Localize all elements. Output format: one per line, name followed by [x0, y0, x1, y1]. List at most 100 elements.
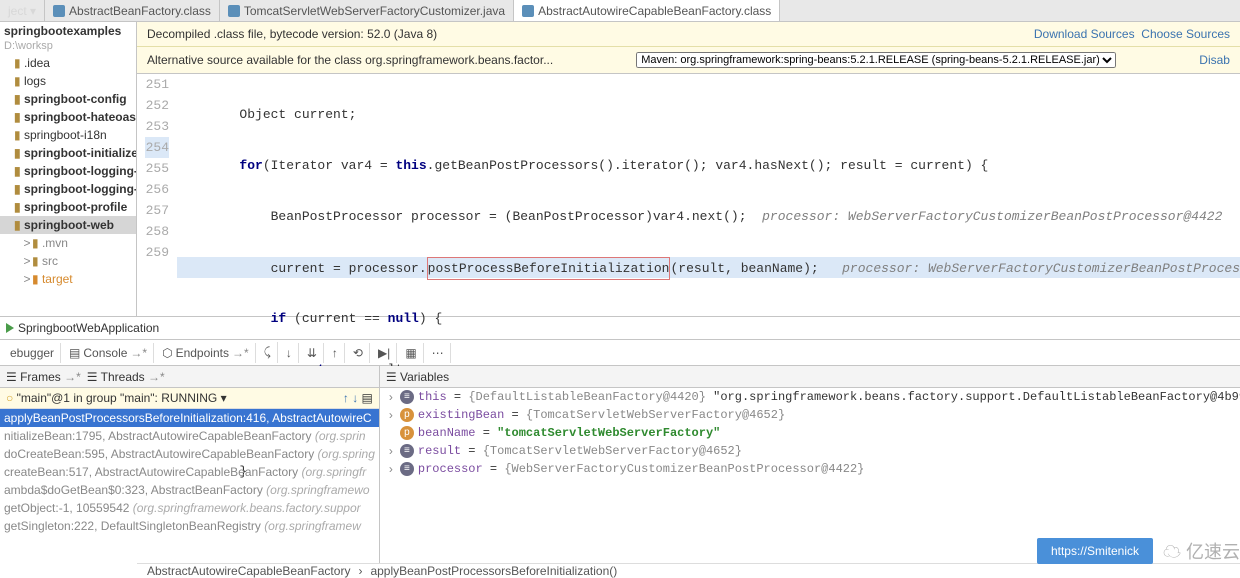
endpoints-icon: ⬡: [162, 346, 172, 360]
var-badge: p: [400, 426, 414, 440]
tree-item[interactable]: ▮ springboot-logging-logbac: [0, 180, 136, 198]
tree-item[interactable]: ▮ .idea: [0, 54, 136, 72]
chevron-icon: [386, 426, 396, 440]
step-out-button[interactable]: ↑: [326, 343, 345, 363]
folder-icon: ▮: [14, 110, 21, 124]
prev-frame-button[interactable]: ↑: [343, 391, 349, 405]
project-root[interactable]: springbootexamples D:\worksp: [0, 22, 136, 54]
variable-row[interactable]: ›≡this = {DefaultListableBeanFactory@442…: [380, 388, 1240, 406]
pin-icon: →*: [232, 346, 249, 360]
var-badge: ≡: [400, 390, 414, 404]
frames-tab[interactable]: ☰ Frames →*: [6, 370, 81, 384]
folder-icon: ▮: [14, 218, 21, 232]
tree-item[interactable]: ▮ springboot-i18n: [0, 126, 136, 144]
stack-frame[interactable]: doCreateBean:595, AbstractAutowireCapabl…: [0, 445, 379, 463]
tree-item[interactable]: ▮ springboot-profile: [0, 198, 136, 216]
frame-list: applyBeanPostProcessorsBeforeInitializat…: [0, 409, 379, 563]
source-select[interactable]: Maven: org.springframework:spring-beans:…: [636, 52, 1116, 68]
editor: Decompiled .class file, bytecode version…: [137, 22, 1240, 316]
folder-icon: ▮: [14, 164, 21, 178]
variable-row[interactable]: ›pexistingBean = {TomcatServletWebServer…: [380, 406, 1240, 424]
tree-sub[interactable]: >▮ src: [0, 252, 136, 270]
banner-text: Decompiled .class file, bytecode version…: [147, 27, 437, 41]
variables-panel: ☰ Variables→* ›≡this = {DefaultListableB…: [380, 366, 1240, 563]
run-config-name[interactable]: SpringbootWebApplication: [18, 321, 159, 335]
variable-row[interactable]: ›≡processor = {WebServerFactoryCustomize…: [380, 460, 1240, 478]
tab-stub: ject ▾: [0, 0, 45, 21]
frames-panel: ☰ Frames →* ☰ Threads →* ○ "main"@1 in g…: [0, 366, 380, 563]
folder-icon: ▮: [14, 200, 21, 214]
step-into-button[interactable]: ↓: [280, 343, 299, 363]
tab-2[interactable]: AbstractAutowireCapableBeanFactory.class: [514, 0, 780, 21]
tree-item[interactable]: ▮ logs: [0, 72, 136, 90]
breadcrumb-method[interactable]: applyBeanPostProcessorsBeforeInitializat…: [370, 564, 617, 578]
variable-row[interactable]: pbeanName = "tomcatServletWebServerFacto…: [380, 424, 1240, 442]
tree-item[interactable]: ▮ springboot-initializer-quick: [0, 144, 136, 162]
class-icon: [53, 5, 65, 17]
tab-label: AbstractAutowireCapableBeanFactory.class: [538, 4, 771, 18]
stack-frame[interactable]: nitializeBean:1795, AbstractAutowireCapa…: [0, 427, 379, 445]
stack-frame[interactable]: applyBeanPostProcessorsBeforeInitializat…: [0, 409, 379, 427]
highlight-box: postProcessBeforeInitialization: [427, 257, 671, 280]
folder-icon: ▮: [32, 236, 39, 250]
var-badge: p: [400, 408, 414, 422]
tab-1[interactable]: TomcatServletWebServerFactoryCustomizer.…: [220, 0, 514, 21]
chevron-icon: ›: [386, 390, 396, 404]
chevron-icon: ›: [386, 444, 396, 458]
chevron-icon: ›: [386, 462, 396, 476]
tree-item[interactable]: ▮ springboot-logging-log4j: [0, 162, 136, 180]
var-badge: ≡: [400, 444, 414, 458]
endpoints-tab[interactable]: ⬡Endpoints→*: [156, 343, 256, 363]
tree-sub[interactable]: >▮ target: [0, 270, 136, 288]
more-button[interactable]: ⋯: [426, 343, 451, 363]
variable-row[interactable]: ›≡result = {TomcatServletWebServerFactor…: [380, 442, 1240, 460]
chevron-icon: >: [22, 236, 32, 250]
next-frame-button[interactable]: ↓: [352, 391, 358, 405]
evaluate-button[interactable]: ▦: [399, 343, 423, 363]
tab-label: TomcatServletWebServerFactoryCustomizer.…: [244, 4, 505, 18]
tree-item-selected[interactable]: ▮ springboot-web: [0, 216, 136, 234]
drop-frame-button[interactable]: ⟲: [347, 343, 370, 363]
watermark: https://Smitenick ☁ 亿速云: [1037, 538, 1240, 564]
folder-icon: ▮: [14, 146, 21, 160]
tab-label: AbstractBeanFactory.class: [69, 4, 211, 18]
run-to-cursor-button[interactable]: ▶|: [372, 343, 397, 363]
force-step-button[interactable]: ⇊: [301, 343, 324, 363]
banner-text: Alternative source available for the cla…: [147, 53, 553, 67]
folder-icon: ▮: [14, 182, 21, 196]
chevron-icon: >: [22, 254, 32, 268]
stack-frame[interactable]: getSingleton:222, DefaultSingletonBeanRe…: [0, 517, 379, 535]
variables-tab[interactable]: ☰ Variables: [386, 370, 449, 384]
var-badge: ≡: [400, 462, 414, 476]
breadcrumb: AbstractAutowireCapableBeanFactory › apply…: [137, 563, 1240, 578]
chevron-icon: >: [22, 272, 32, 286]
filter-button[interactable]: ▤: [362, 391, 373, 405]
tree-item[interactable]: ▮ springboot-hateoas: [0, 108, 136, 126]
chevron-icon: ›: [386, 408, 396, 422]
debugger-tab[interactable]: ebugger: [4, 343, 61, 363]
stack-frame[interactable]: createBean:517, AbstractAutowireCapableB…: [0, 463, 379, 481]
step-over-button[interactable]: ⤹: [258, 342, 278, 363]
folder-icon: ▮: [14, 128, 21, 142]
breadcrumb-class[interactable]: AbstractAutowireCapableBeanFactory: [147, 564, 350, 578]
stack-frame[interactable]: ambda$doGetBean$0:323, AbstractBeanFacto…: [0, 481, 379, 499]
folder-icon: ▮: [14, 74, 21, 88]
pin-icon: →*: [130, 346, 147, 360]
download-sources-link[interactable]: Download Sources: [1034, 27, 1135, 41]
folder-icon: ▮: [14, 92, 21, 106]
tab-0[interactable]: AbstractBeanFactory.class: [45, 0, 220, 21]
folder-icon: ▮: [14, 56, 21, 70]
stack-frame[interactable]: getObject:-1, 10559542 (org.springframew…: [0, 499, 379, 517]
tree-item[interactable]: ▮ springboot-config: [0, 90, 136, 108]
run-icon[interactable]: [6, 323, 14, 333]
tree-sub[interactable]: >▮ .mvn: [0, 234, 136, 252]
chevron-icon: ›: [358, 564, 362, 578]
java-icon: [228, 5, 240, 17]
altsource-banner: Alternative source available for the cla…: [137, 47, 1240, 74]
decompile-banner: Decompiled .class file, bytecode version…: [137, 22, 1240, 47]
disable-link[interactable]: Disab: [1199, 53, 1230, 67]
choose-sources-link[interactable]: Choose Sources: [1141, 27, 1230, 41]
console-tab[interactable]: ▤Console→*: [63, 343, 154, 363]
thread-selector[interactable]: ○ "main"@1 in group "main": RUNNING ▾ ↑ …: [0, 388, 379, 409]
threads-tab[interactable]: ☰ Threads →*: [87, 370, 165, 384]
